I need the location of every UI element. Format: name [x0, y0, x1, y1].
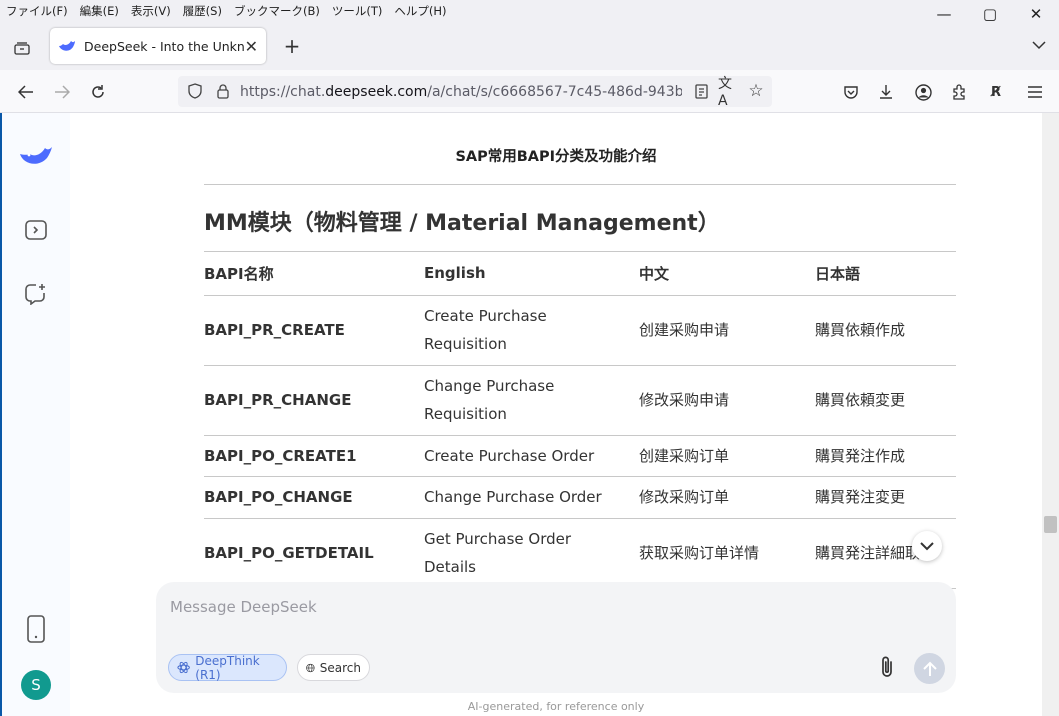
japanese-cell: 購買発注変更 [815, 476, 956, 519]
send-button[interactable] [914, 653, 945, 684]
disclaimer-text: AI-generated, for reference only [467, 700, 645, 713]
address-bar[interactable]: https://chat.deepseek.com/a/chat/s/c6668… [178, 76, 772, 109]
deepthink-toggle-button[interactable]: DeepThink (R1) [168, 653, 287, 682]
scroll-to-bottom-button[interactable] [912, 531, 942, 561]
mobile-app-icon[interactable] [25, 613, 47, 645]
menu-history[interactable]: 履歴(S) [177, 3, 228, 19]
atom-icon [177, 661, 190, 674]
bapi-name-cell: BAPI_PO_GETDETAIL [204, 518, 424, 589]
tab-bar: DeepSeek - Into the Unknown ✕ + [0, 22, 1059, 70]
menu-bookmarks[interactable]: ブックマーク(B) [228, 3, 326, 19]
chinese-cell: 创建采购申请 [639, 295, 815, 366]
message-composer: Message DeepSeek DeepThink (R1) Search [156, 582, 956, 693]
bapi-name-cell: BAPI_PR_CREATE [204, 295, 424, 366]
tab-deepseek[interactable]: DeepSeek - Into the Unknown ✕ [50, 28, 266, 64]
english-cell: Get Purchase Order Details [424, 518, 639, 589]
english-cell: Create Purchase Order [424, 435, 639, 477]
tab-list-chevron-icon[interactable] [1030, 36, 1048, 54]
document-title: SAP常用BAPI分类及功能介绍 [455, 149, 657, 165]
url-text[interactable]: https://chat.deepseek.com/a/chat/s/c6668… [240, 84, 682, 100]
tracking-shield-icon[interactable] [186, 82, 204, 100]
pocket-icon[interactable] [841, 82, 861, 102]
window-edge [0, 113, 2, 716]
chat-main: SAP常用BAPI分类及功能介绍 MM模块（物料管理 / Material Ma… [70, 113, 1042, 716]
download-icon[interactable] [876, 82, 896, 102]
table-row: BAPI_PO_CREATE1 Create Purchase Order 创建… [204, 435, 956, 477]
search-label: Search [319, 660, 361, 675]
section-heading: MM模块（物料管理 / Material Management） [204, 211, 720, 236]
table-row: BAPI_PO_GETDETAIL Get Purchase Order Det… [204, 518, 956, 589]
menu-view[interactable]: 表示(V) [125, 3, 177, 19]
extensions-icon[interactable] [949, 82, 969, 102]
table-row: BAPI_PR_CHANGE Change Purchase Requisiti… [204, 365, 956, 436]
bapi-name-cell: BAPI_PO_CHANGE [204, 476, 424, 519]
column-header: 中文 [639, 252, 815, 296]
deepseek-sidebar: S [0, 113, 70, 716]
chinese-cell: 获取采购订单详情 [639, 518, 815, 589]
page-scrollbar[interactable] [1042, 113, 1059, 716]
globe-icon [306, 663, 315, 672]
table-row: BAPI_PO_CHANGE Change Purchase Order 修改采… [204, 476, 956, 519]
new-tab-icon[interactable]: + [282, 34, 302, 58]
chinese-cell: 修改采购订单 [639, 476, 815, 519]
lock-icon[interactable] [214, 82, 232, 100]
bookmark-star-icon[interactable]: ☆ [746, 81, 766, 101]
tab-title: DeepSeek - Into the Unknown [84, 38, 245, 54]
english-cell: Change Purchase Order [424, 476, 639, 519]
tab-overview-icon[interactable] [12, 38, 32, 58]
minimize-icon[interactable]: — [921, 0, 967, 28]
bapi-table: BAPI名称 English 中文 日本語 BAPI_PR_CREATE Cre… [204, 252, 956, 589]
account-icon[interactable] [913, 82, 933, 102]
japanese-cell: 購買発注作成 [815, 435, 956, 477]
menu-file[interactable]: ファイル(F) [0, 3, 74, 19]
column-header: 日本語 [815, 252, 956, 296]
user-avatar[interactable]: S [21, 670, 51, 700]
back-icon[interactable] [16, 82, 36, 102]
table-row: BAPI_PR_CREATE Create Purchase Requisiti… [204, 295, 956, 366]
window-close-icon[interactable]: ✕ [1013, 0, 1059, 28]
attach-file-icon[interactable] [876, 655, 898, 683]
translate-icon[interactable]: 文A [718, 76, 738, 109]
menu-bar: ファイル(F) 編集(E) 表示(V) 履歴(S) ブックマーク(B) ツール(… [0, 0, 1059, 22]
new-chat-icon[interactable] [23, 281, 49, 307]
navigation-toolbar: https://chat.deepseek.com/a/chat/s/c6668… [0, 70, 1059, 113]
column-header: BAPI名称 [204, 252, 424, 296]
bapi-name-cell: BAPI_PO_CREATE1 [204, 435, 424, 477]
forward-icon[interactable] [52, 82, 72, 102]
scrollbar-thumb[interactable] [1044, 516, 1057, 533]
deepthink-label: DeepThink (R1) [195, 653, 260, 682]
extension-rw-icon[interactable]: R̸ [986, 82, 1006, 102]
divider [204, 184, 956, 185]
deepseek-logo-icon[interactable] [18, 139, 54, 171]
japanese-cell: 購買依頼作成 [815, 295, 956, 366]
reader-view-icon[interactable] [692, 82, 710, 100]
deepseek-favicon-icon [59, 41, 75, 51]
menu-tools[interactable]: ツール(T) [326, 3, 389, 19]
column-header: English [424, 252, 639, 296]
maximize-icon[interactable]: ▢ [967, 0, 1013, 28]
english-cell: Create Purchase Requisition [424, 295, 639, 366]
reload-icon[interactable] [88, 82, 108, 102]
arrow-up-icon [922, 661, 937, 676]
chinese-cell: 创建采购订单 [639, 435, 815, 477]
toggle-sidebar-icon[interactable] [23, 217, 49, 243]
menu-edit[interactable]: 編集(E) [74, 3, 125, 19]
app-menu-icon[interactable] [1025, 82, 1045, 102]
japanese-cell: 購買依頼変更 [815, 365, 956, 436]
search-toggle-button[interactable]: Search [297, 654, 370, 681]
window-controls: — ▢ ✕ [921, 0, 1059, 28]
table-header-row: BAPI名称 English 中文 日本語 [204, 252, 956, 296]
menu-help[interactable]: ヘルプ(H) [388, 3, 452, 19]
chevron-down-icon [920, 541, 934, 550]
bapi-name-cell: BAPI_PR_CHANGE [204, 365, 424, 436]
english-cell: Change Purchase Requisition [424, 365, 639, 436]
tab-close-icon[interactable]: ✕ [245, 37, 258, 56]
chinese-cell: 修改采购申请 [639, 365, 815, 436]
message-input[interactable]: Message DeepSeek [170, 598, 317, 616]
